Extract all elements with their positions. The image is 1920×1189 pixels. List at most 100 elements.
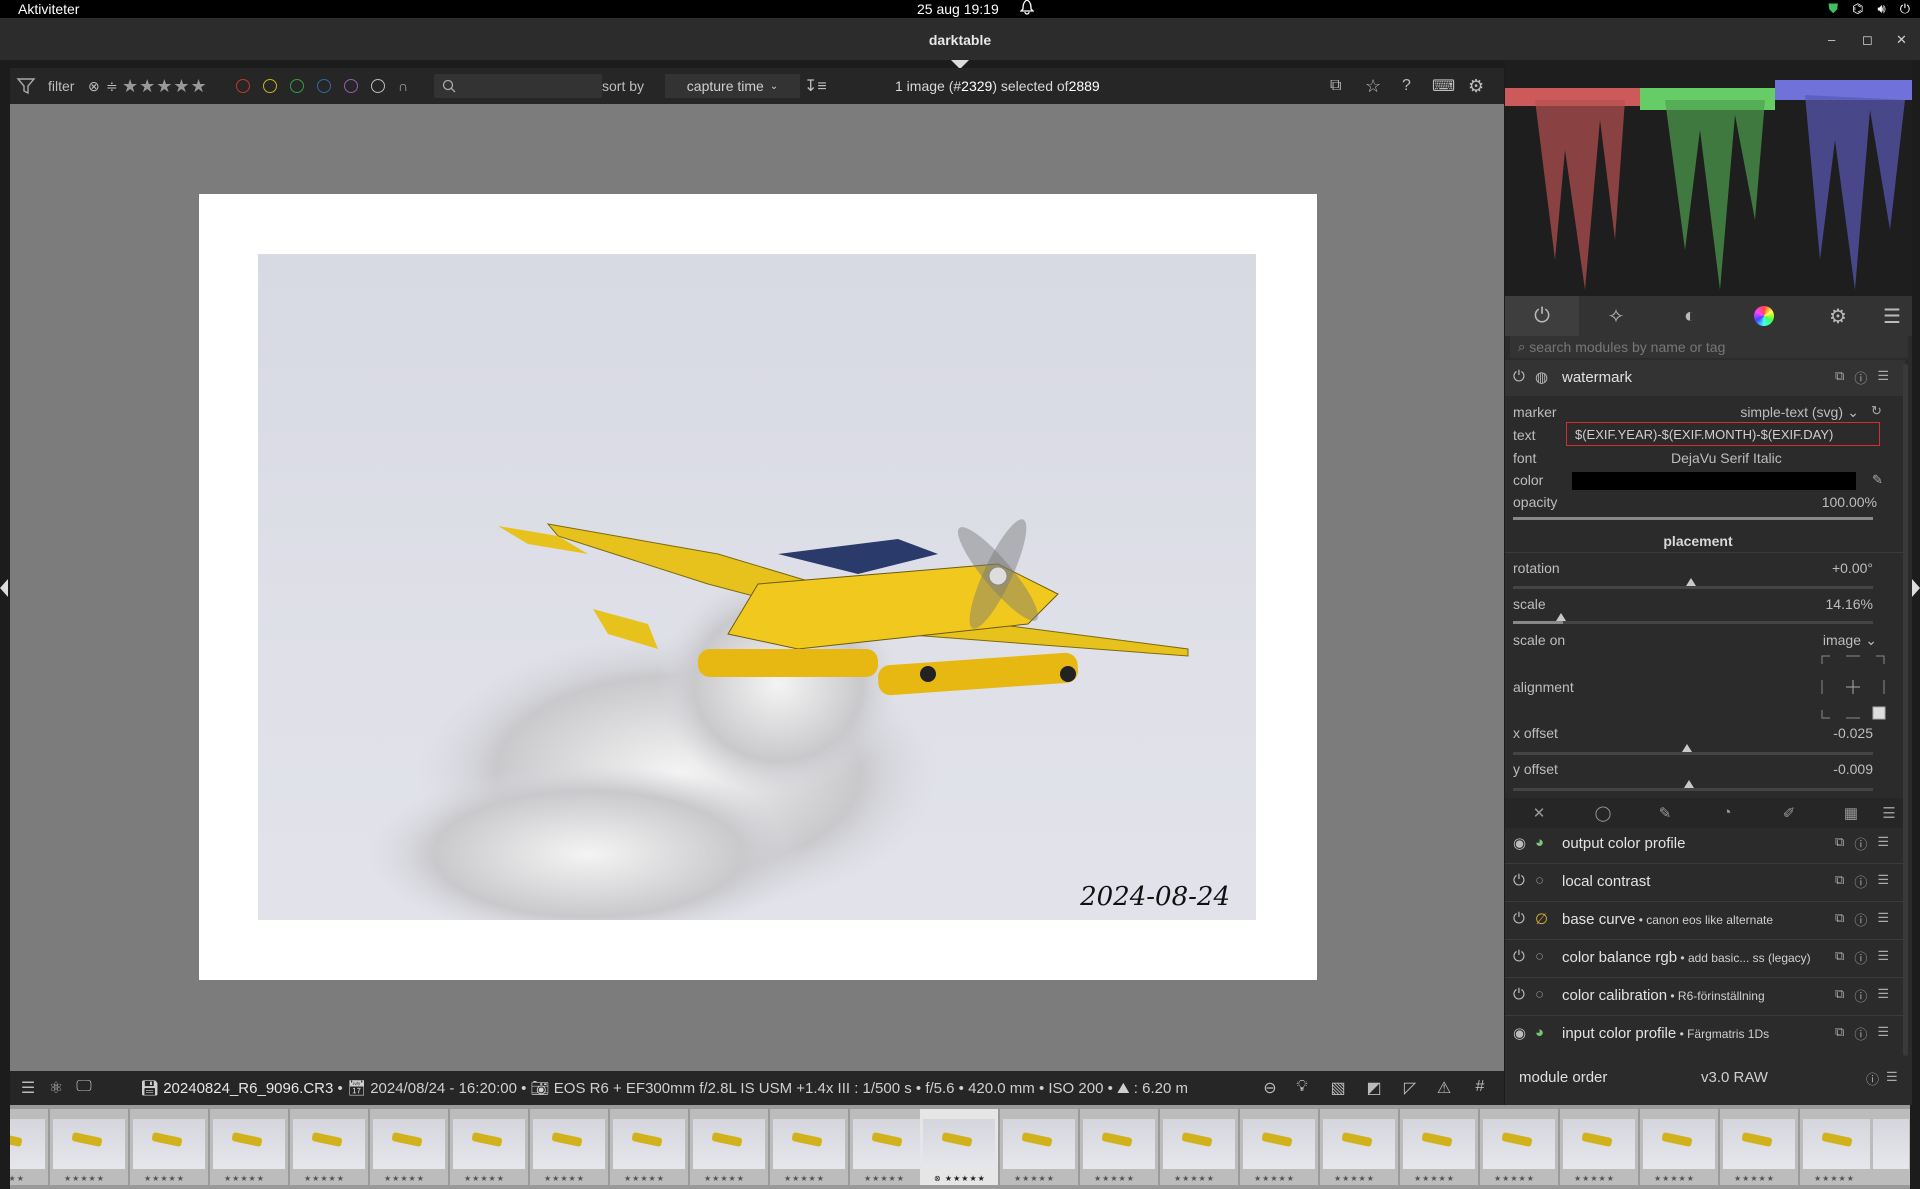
reset-icon[interactable]: ⓘ: [1866, 1069, 1879, 1088]
module-power-icon[interactable]: ⏻: [1513, 910, 1531, 928]
multi-instance-icon[interactable]: ⧉: [1835, 986, 1844, 1005]
filmstrip-thumb[interactable]: ★★★★★: [1800, 1109, 1878, 1185]
filmstrip-thumb[interactable]: ★★★★★: [1560, 1109, 1638, 1185]
maximize-button[interactable]: ◻: [1862, 32, 1873, 48]
module-color-calibration[interactable]: ⏻ ○ color calibration • R6-förinställnin…: [1505, 978, 1905, 1014]
filmstrip-thumb[interactable]: ★★★★★: [130, 1109, 208, 1185]
effect-modules-tab-icon[interactable]: ⚙: [1801, 296, 1875, 336]
tone-modules-tab-icon[interactable]: ◐: [1653, 296, 1727, 336]
filmstrip-thumb[interactable]: ★★★★★: [1000, 1109, 1078, 1185]
blue-label-icon[interactable]: [317, 79, 331, 93]
opacity-slider[interactable]: [1513, 517, 1873, 520]
module-list-scrollbar[interactable]: [1903, 364, 1908, 1056]
presets-icon[interactable]: ☰: [1877, 872, 1889, 891]
module-local-contrast[interactable]: ⏻ ○ local contrast ⧉ ⓘ ☰: [1505, 864, 1905, 900]
scale-on-row[interactable]: scale on image ⌄: [1513, 632, 1877, 648]
presets-icon[interactable]: ☰: [1877, 948, 1889, 967]
color-modules-tab-icon[interactable]: [1727, 296, 1801, 336]
text-search-input[interactable]: [434, 74, 602, 98]
multi-instance-icon[interactable]: ⧉: [1835, 948, 1844, 967]
network-icon[interactable]: ⌬: [1852, 1, 1863, 17]
softproof-icon[interactable]: ◸: [1400, 1078, 1420, 1098]
clock[interactable]: 25 aug 19:19: [917, 0, 999, 18]
color-swatch[interactable]: [1572, 472, 1856, 490]
star-icon[interactable]: ☆: [1365, 68, 1381, 104]
multi-instance-icon[interactable]: ⧉: [1835, 1024, 1844, 1043]
right-panel-expand-arrow[interactable]: [1912, 579, 1920, 597]
filmstrip-thumb-selected[interactable]: ⊗ ★★★★★: [920, 1109, 998, 1185]
rotation-slider-handle[interactable]: [1686, 578, 1696, 586]
filmstrip-thumb[interactable]: ★★★★★: [450, 1109, 528, 1185]
display-icon[interactable]: 🖵︎: [74, 1078, 94, 1098]
active-modules-tab-power-icon[interactable]: ⏻: [1505, 296, 1579, 336]
uniform-mask-icon[interactable]: ◯: [1593, 804, 1613, 822]
module-base-curve[interactable]: ⏻ ∅ base curve • canon eos like alternat…: [1505, 902, 1905, 938]
filmstrip-thumb[interactable]: ★★★★★: [770, 1109, 848, 1185]
module-order-bar[interactable]: module order v3.0 RAW ⓘ ☰: [1505, 1060, 1912, 1094]
module-input-color-profile[interactable]: ◉ ◕ input color profile • Färgmatris 1Ds…: [1505, 1016, 1905, 1052]
multi-instance-icon[interactable]: ⧉: [1835, 910, 1844, 929]
multi-instance-icon[interactable]: ⧉: [1835, 834, 1844, 853]
y-offset-slider-handle[interactable]: [1684, 780, 1694, 788]
filmstrip-thumb[interactable]: ★★★★★: [290, 1109, 368, 1185]
base-modules-tab-icon[interactable]: ✧: [1579, 296, 1653, 336]
filmstrip-thumb[interactable]: ★★★★★: [1480, 1109, 1558, 1185]
star-rating-filter[interactable]: ★★★★★: [122, 68, 208, 104]
filmstrip-thumb[interactable]: ★★★★★: [1720, 1109, 1798, 1185]
filmstrip-thumb[interactable]: ★★★★★: [1080, 1109, 1158, 1185]
reset-icon[interactable]: ⓘ: [1854, 1024, 1867, 1043]
module-power-icon[interactable]: ⏻: [1513, 986, 1531, 1004]
reject-icon[interactable]: ⊗: [88, 68, 100, 104]
keyboard-icon[interactable]: ⌨: [1432, 68, 1455, 104]
filmstrip-thumb[interactable]: ★★★★★: [50, 1109, 128, 1185]
activities-button[interactable]: Aktiviteter: [18, 0, 79, 18]
reset-icon[interactable]: ⓘ: [1854, 948, 1867, 967]
filmstrip-thumb[interactable]: ★★★★★: [1160, 1109, 1238, 1185]
presets-icon[interactable]: ☰: [1886, 1069, 1898, 1085]
module-power-icon[interactable]: ◉: [1513, 1024, 1531, 1042]
filmstrip-thumb[interactable]: ★★★★★: [1640, 1109, 1718, 1185]
x-offset-row[interactable]: x offset -0.025: [1513, 725, 1873, 741]
presets-menu-icon[interactable]: ☰: [1875, 296, 1909, 336]
gear-icon[interactable]: ⚙: [1468, 68, 1484, 104]
watermark-text-input[interactable]: $(EXIF.YEAR)-$(EXIF.MONTH)-$(EXIF.DAY): [1566, 422, 1880, 446]
x-offset-slider[interactable]: [1513, 752, 1873, 755]
reset-icon[interactable]: ⓘ: [1854, 986, 1867, 1005]
gray-label-icon[interactable]: [371, 79, 385, 93]
filmstrip-thumb[interactable]: ★★★★★: [850, 1109, 928, 1185]
filmstrip-thumb[interactable]: ★★★★★: [530, 1109, 608, 1185]
rotation-slider[interactable]: [1513, 586, 1873, 589]
x-offset-slider-handle[interactable]: [1682, 744, 1692, 752]
scale-slider[interactable]: [1513, 621, 1873, 624]
font-select[interactable]: DejaVu Serif Italic: [1671, 450, 1782, 466]
module-search-input[interactable]: ⌕ search modules by name or tag: [1510, 336, 1908, 358]
guides-icon[interactable]: #: [1470, 1078, 1490, 1098]
filmstrip-thumb[interactable]: ★★★★★: [370, 1109, 448, 1185]
presets-icon[interactable]: ☰: [1877, 986, 1889, 1005]
presets-icon[interactable]: ☰: [1877, 368, 1889, 387]
watermark-module-header[interactable]: ⏻ ◍ watermark ⧉ ⓘ ☰: [1505, 360, 1905, 396]
close-button[interactable]: ✕: [1896, 32, 1907, 48]
help-icon[interactable]: ?: [1402, 68, 1411, 104]
grouping-icon[interactable]: ⧉: [1330, 68, 1341, 104]
multi-instance-icon[interactable]: ⧉: [1835, 872, 1844, 891]
mask-off-icon[interactable]: ✕: [1529, 804, 1549, 822]
yellow-label-icon[interactable]: [263, 79, 277, 93]
shield-icon[interactable]: ⛊: [1828, 1, 1838, 17]
parametric-mask-icon[interactable]: ◔: [1717, 804, 1737, 822]
styles-icon[interactable]: ⚛: [46, 1078, 66, 1098]
overexposed-icon[interactable]: ▧: [1328, 1078, 1348, 1098]
font-row[interactable]: font DejaVu Serif Italic: [1513, 450, 1873, 466]
scale-row[interactable]: scale 14.16%: [1513, 596, 1873, 612]
marker-row[interactable]: marker simple-text (svg) ⌄: [1513, 404, 1873, 420]
multi-instance-icon[interactable]: ⧉: [1835, 368, 1844, 387]
filmstrip-thumb[interactable]: ★★★★★: [690, 1109, 768, 1185]
alignment-grid[interactable]: [1820, 654, 1886, 720]
mask-menu-icon[interactable]: ☰: [1879, 804, 1899, 822]
and-or-icon[interactable]: ∩: [398, 78, 408, 94]
color-label-filter[interactable]: ∩: [236, 68, 408, 104]
module-power-icon[interactable]: ⏻: [1513, 872, 1531, 890]
scale-slider-handle[interactable]: [1556, 613, 1566, 621]
minimize-button[interactable]: –: [1828, 32, 1835, 47]
filmstrip-thumb[interactable]: [1870, 1109, 1910, 1185]
